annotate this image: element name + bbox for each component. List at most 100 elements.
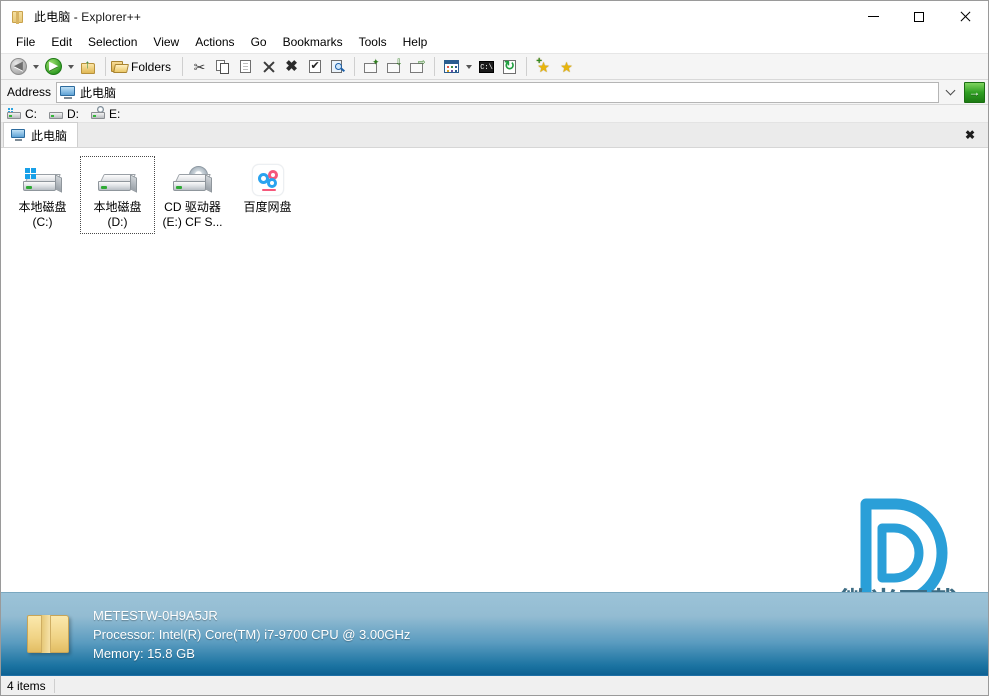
views-dropdown[interactable] <box>463 55 475 78</box>
star-plus-icon: ★ <box>537 60 550 74</box>
manage-bookmarks-button[interactable]: ★ <box>555 55 578 78</box>
bookmark-drive-c-label: C: <box>25 107 37 121</box>
menu-go[interactable]: Go <box>243 33 275 52</box>
baidu-netdisk-icon <box>252 162 284 196</box>
address-value: 此电脑 <box>80 84 116 101</box>
search-button[interactable] <box>326 55 349 78</box>
minimize-button[interactable] <box>850 1 896 32</box>
hard-disk-icon <box>98 162 138 196</box>
menu-help[interactable]: Help <box>395 33 436 52</box>
cd-drive-icon <box>91 109 105 119</box>
bookmark-drive-d-label: D: <box>67 107 79 121</box>
paste-button[interactable] <box>234 55 257 78</box>
file-items: 本地磁盘 (C:) 本地磁盘 (D:) CD 驱动器 (E:) CF <box>1 148 988 234</box>
tab-this-pc[interactable]: 此电脑 <box>3 122 78 147</box>
bookmark-drive-c[interactable]: C: <box>7 107 37 121</box>
refresh-icon <box>503 60 516 74</box>
bookmark-drive-e-label: E: <box>109 107 120 121</box>
forward-history-dropdown[interactable] <box>65 55 77 78</box>
watermark-logo-icon <box>852 498 948 592</box>
move-to-folder-icon: ⇨ <box>410 60 426 73</box>
window-title: 此电脑 - Explorer++ <box>34 8 141 25</box>
watermark-brand: 微当下载 <box>824 580 974 592</box>
memory-info: Memory: 15.8 GB <box>93 644 410 663</box>
checked-page-icon <box>309 60 321 73</box>
list-item-label: CD 驱动器 (E:) CF S... <box>157 200 228 230</box>
up-one-level-button[interactable]: ↑ <box>77 55 100 78</box>
list-item[interactable]: CD 驱动器 (E:) CF S... <box>155 156 230 234</box>
command-prompt-icon: C:\ <box>479 61 494 73</box>
tab-this-pc-label: 此电脑 <box>31 127 67 144</box>
close-icon <box>959 11 971 23</box>
bookmark-drive-d[interactable]: D: <box>49 107 79 121</box>
back-history-dropdown[interactable] <box>30 55 42 78</box>
copy-to-folder-icon: ⇩ <box>387 60 403 73</box>
new-folder-icon: ✦ <box>364 60 380 73</box>
delete-button[interactable] <box>257 55 280 78</box>
menu-selection[interactable]: Selection <box>80 33 145 52</box>
computer-monitor-icon <box>11 129 26 141</box>
new-folder-button[interactable]: ✦ <box>360 55 383 78</box>
bookmarks-toolbar: C: D: E: <box>1 105 988 123</box>
bookmark-drive-e[interactable]: E: <box>91 107 120 121</box>
refresh-button[interactable] <box>498 55 521 78</box>
address-dropdown-button[interactable] <box>939 82 961 103</box>
maximize-button[interactable] <box>896 1 942 32</box>
cd-drive-icon <box>173 162 213 196</box>
status-separator <box>54 679 55 693</box>
delete-permanently-button[interactable]: ✖ <box>280 55 303 78</box>
close-button[interactable] <box>942 1 988 32</box>
hard-disk-windows-icon <box>7 109 21 119</box>
window-title-separator: - <box>70 10 81 24</box>
bold-x-icon: ✖ <box>285 59 298 74</box>
close-tab-icon[interactable]: ✖ <box>962 127 978 143</box>
properties-button[interactable] <box>303 55 326 78</box>
cut-button[interactable]: ✂ <box>188 55 211 78</box>
title-bar: 此电脑 - Explorer++ <box>1 1 988 32</box>
go-button[interactable]: → <box>964 82 985 103</box>
open-folder-icon <box>111 60 128 74</box>
add-bookmark-button[interactable]: ★ <box>532 55 555 78</box>
menu-actions[interactable]: Actions <box>187 33 242 52</box>
folders-pane-button[interactable]: Folders <box>111 55 177 78</box>
explorer-window: 此电脑 - Explorer++ File Edit Selection Vie… <box>0 0 989 696</box>
maximize-icon <box>914 12 924 22</box>
menu-tools[interactable]: Tools <box>351 33 395 52</box>
copy-button[interactable] <box>211 55 234 78</box>
list-item[interactable]: 百度网盘 <box>230 156 305 234</box>
computer-info-text: METESTW-0H9A5JR Processor: Intel(R) Core… <box>93 606 410 663</box>
arrow-left-circle-icon: ◀ <box>10 58 27 75</box>
menu-bookmarks[interactable]: Bookmarks <box>275 33 351 52</box>
menu-edit[interactable]: Edit <box>43 33 80 52</box>
window-title-app: Explorer++ <box>81 10 141 24</box>
copy-to-folder-button[interactable]: ⇩ <box>383 55 406 78</box>
hard-disk-icon <box>49 109 63 119</box>
processor-info: Processor: Intel(R) Core(TM) i7-9700 CPU… <box>93 625 410 644</box>
star-icon: ★ <box>560 60 573 74</box>
folder-icon <box>10 9 26 25</box>
menu-view[interactable]: View <box>145 33 187 52</box>
address-input[interactable]: 此电脑 <box>56 82 939 103</box>
file-list-view[interactable]: 本地磁盘 (C:) 本地磁盘 (D:) CD 驱动器 (E:) CF <box>1 148 988 592</box>
watermark: 微当下载 WWW.WEIDOWN.COM <box>824 498 974 592</box>
menu-file[interactable]: File <box>8 33 43 52</box>
forward-button[interactable]: ▶ <box>42 55 65 78</box>
list-item-label: 本地磁盘 (C:) <box>7 200 78 230</box>
back-button[interactable]: ◀ <box>7 55 30 78</box>
item-count-status: 4 items <box>7 679 46 693</box>
views-grid-icon <box>444 60 459 73</box>
move-to-folder-button[interactable]: ⇨ <box>406 55 429 78</box>
go-arrow-icon: → <box>969 86 981 98</box>
list-item[interactable]: 本地磁盘 (C:) <box>5 156 80 234</box>
list-item[interactable]: 本地磁盘 (D:) <box>80 156 155 234</box>
main-toolbar: ◀ ▶ ↑ Folders ✂ ✖ ✦ ⇩ ⇨ C:\ ★ ★ <box>1 53 988 80</box>
window-title-path: 此电脑 <box>34 10 70 24</box>
minimize-icon <box>868 16 879 17</box>
computer-info-panel: METESTW-0H9A5JR Processor: Intel(R) Core… <box>1 592 988 675</box>
computer-monitor-icon <box>60 86 76 99</box>
folder-up-arrow-icon: ↑ <box>81 59 97 74</box>
status-bar: 4 items <box>1 675 988 695</box>
address-label: Address <box>1 85 56 99</box>
change-view-button[interactable] <box>440 55 463 78</box>
open-command-prompt-button[interactable]: C:\ <box>475 55 498 78</box>
